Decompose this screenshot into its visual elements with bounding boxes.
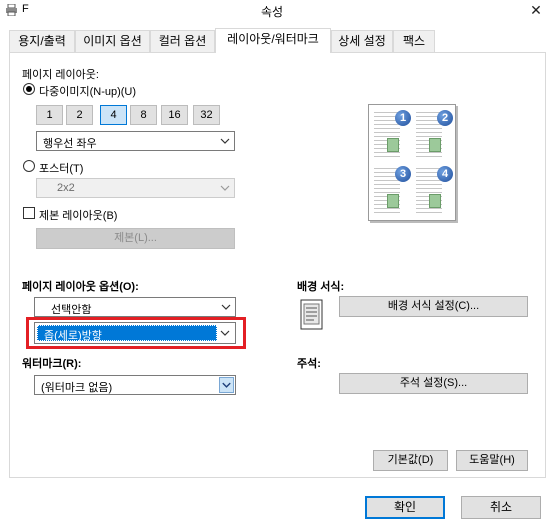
poster-radio[interactable]: [23, 160, 35, 172]
background-settings-button[interactable]: 배경 서식 설정(C)...: [339, 296, 528, 317]
printer-icon: [6, 4, 17, 16]
help-button[interactable]: 도움말(H): [456, 450, 528, 471]
image-icon: [387, 138, 399, 152]
nup-radio[interactable]: [23, 83, 35, 95]
annotation-settings-button[interactable]: 주석 설정(S)...: [339, 373, 528, 394]
poster-label: 포스터(T): [39, 163, 84, 175]
window-title-prefix: F: [22, 3, 29, 15]
page-order-value: 행우선 좌우: [43, 138, 97, 150]
chevron-down-icon: [221, 304, 231, 310]
chevron-down-icon: [220, 330, 230, 336]
preview-page: 3: [371, 164, 413, 219]
nup-32-button[interactable]: 32: [193, 105, 220, 125]
orientation-value: 좁(세로)방향: [44, 330, 102, 342]
page-layout-label: 페이지 레이아웃:: [22, 69, 99, 81]
preview-number: 2: [437, 110, 453, 126]
defaults-button[interactable]: 기본값(D): [373, 450, 448, 471]
booklet-checkbox[interactable]: [23, 207, 35, 219]
booklet-button[interactable]: 제본(L)...: [36, 228, 235, 249]
preview-page: 4: [413, 164, 455, 219]
tab-color-options[interactable]: 컬러 옵션: [150, 30, 215, 52]
close-icon[interactable]: ✕: [527, 1, 545, 19]
nup-2-button[interactable]: 2: [66, 105, 93, 125]
preview-number: 1: [395, 110, 411, 126]
chevron-down-icon: [220, 185, 230, 191]
window-title: 속성: [261, 5, 284, 19]
layout-options-value: 선택안함: [51, 304, 92, 316]
document-icon: [300, 299, 323, 330]
tab-paper-output[interactable]: 용지/출력: [9, 30, 75, 52]
chevron-down-icon: [222, 382, 231, 388]
ok-button[interactable]: 확인: [365, 496, 445, 519]
layout-options-label: 페이지 레이아웃 옵션(O):: [22, 281, 139, 293]
background-label: 배경 서식:: [297, 281, 345, 293]
preview-page: 2: [413, 108, 455, 163]
layout-options-dropdown[interactable]: 선택안함: [34, 297, 236, 317]
image-icon: [429, 194, 441, 208]
tab-layout-watermark[interactable]: 레이아웃/워터마크: [215, 28, 331, 53]
preview-number: 3: [395, 166, 411, 182]
image-icon: [387, 194, 399, 208]
nup-preview: 1 2 3 4: [368, 104, 456, 221]
preview-page: 1: [371, 108, 413, 163]
nup-1-button[interactable]: 1: [36, 105, 63, 125]
dropdown-button[interactable]: [219, 377, 234, 393]
nup-16-button[interactable]: 16: [161, 105, 188, 125]
orientation-dropdown[interactable]: 좁(세로)방향: [34, 322, 236, 344]
nup-label: 다중이미지(N-up)(U): [39, 86, 137, 98]
tab-advanced[interactable]: 상세 설정: [331, 30, 393, 52]
chevron-down-icon: [220, 138, 230, 144]
image-icon: [429, 138, 441, 152]
watermark-dropdown[interactable]: (워터마크 없음): [34, 375, 236, 395]
tab-image-options[interactable]: 이미지 옵션: [75, 30, 150, 52]
title-bar: F 속성 ✕: [0, 0, 546, 22]
poster-dropdown[interactable]: 2x2: [36, 178, 235, 198]
cancel-button[interactable]: 취소: [461, 496, 541, 519]
nup-8-button[interactable]: 8: [130, 105, 157, 125]
preview-number: 4: [437, 166, 453, 182]
poster-value: 2x2: [57, 182, 75, 194]
page-order-dropdown[interactable]: 행우선 좌우: [36, 131, 235, 151]
nup-4-button[interactable]: 4: [100, 105, 127, 125]
selection-highlight: 좁(세로)방향: [37, 325, 217, 342]
booklet-label: 제본 레이아웃(B): [39, 210, 118, 222]
watermark-label: 워터마크(R):: [22, 358, 82, 370]
annotation-label: 주석:: [297, 358, 321, 370]
tab-fax[interactable]: 팩스: [393, 30, 435, 52]
watermark-value: (워터마크 없음): [41, 382, 113, 394]
